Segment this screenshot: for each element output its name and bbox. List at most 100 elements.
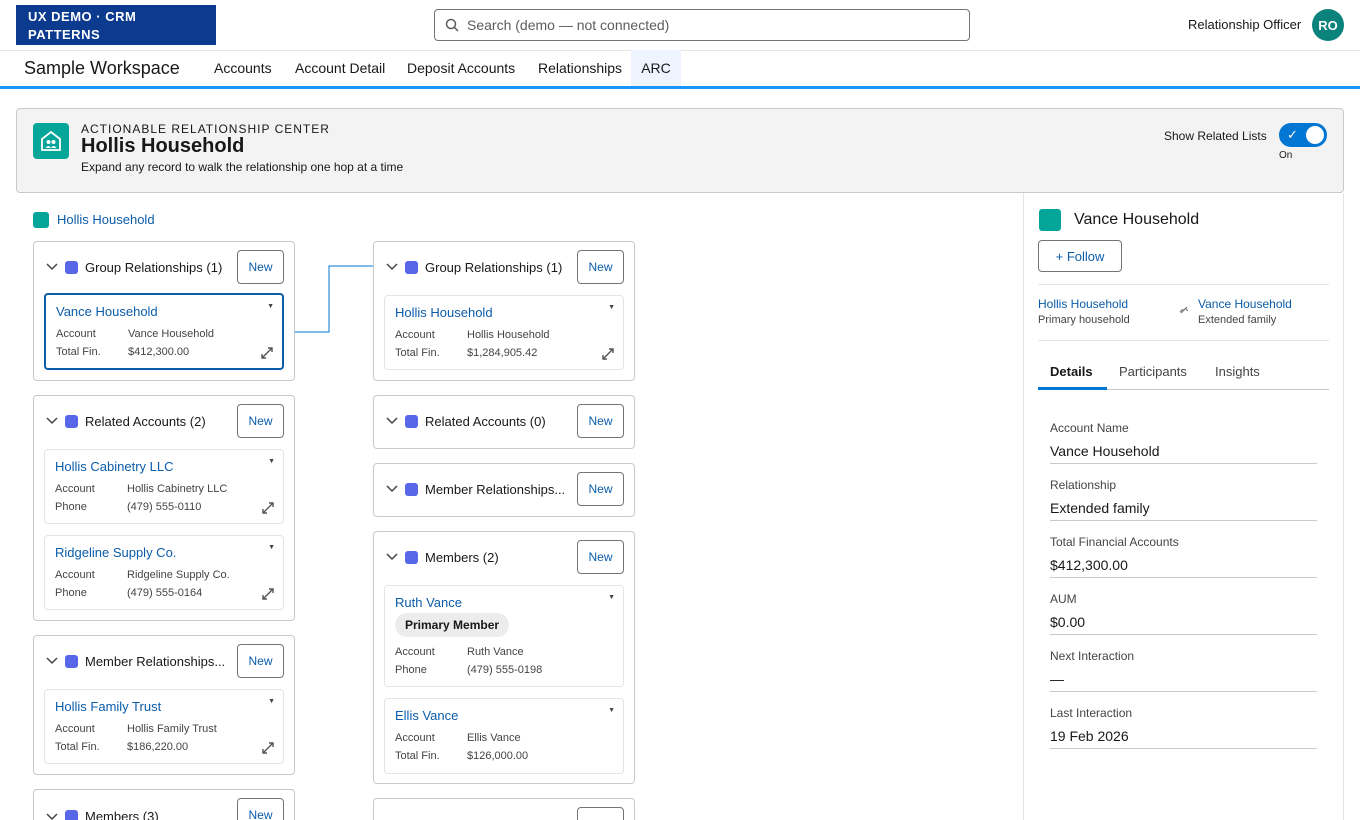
household-icon bbox=[1039, 209, 1061, 231]
root-record-link[interactable]: Hollis Household bbox=[57, 212, 155, 227]
follow-button[interactable]: + Follow bbox=[1038, 240, 1122, 272]
tab-relationships[interactable]: Relationships bbox=[529, 50, 631, 86]
field-value: (479) 555-0110 bbox=[127, 501, 202, 513]
new-button[interactable]: New bbox=[577, 250, 624, 284]
record-tile[interactable]: Hollis Cabinetry LLC ▼ Account Hollis Ca… bbox=[44, 449, 284, 524]
members-icon bbox=[405, 551, 418, 564]
field-label: Account bbox=[55, 483, 95, 495]
relationship-link-2[interactable]: Vance Household bbox=[1198, 297, 1292, 311]
members-card: Members (3) New bbox=[33, 789, 295, 820]
caret-down-icon[interactable]: ▼ bbox=[608, 304, 615, 311]
tab-insights[interactable]: Insights bbox=[1215, 364, 1260, 379]
record-name-link[interactable]: Vance Household bbox=[56, 304, 158, 319]
field-label: Total Fin. bbox=[55, 741, 100, 753]
expand-icon[interactable] bbox=[261, 587, 275, 601]
record-tile[interactable]: Hollis Family Trust ▼ Account Hollis Fam… bbox=[44, 689, 284, 764]
user-role: Relationship Officer bbox=[1188, 17, 1302, 32]
field-value: Vance Household bbox=[1050, 443, 1160, 459]
relationship-sub-1: Primary household bbox=[1038, 314, 1130, 326]
tab-deposit-accounts[interactable]: Deposit Accounts bbox=[398, 50, 524, 86]
field-value: $1,284,905.42 bbox=[467, 347, 538, 359]
field-value: Ridgeline Supply Co. bbox=[127, 569, 230, 581]
record-tile[interactable]: Ruth Vance ▼ Primary Member Account Ruth… bbox=[384, 585, 624, 687]
record-name-link[interactable]: Ellis Vance bbox=[395, 708, 458, 723]
field-value: (479) 555-0198 bbox=[467, 664, 543, 676]
record-name-link[interactable]: Hollis Cabinetry LLC bbox=[55, 459, 174, 474]
member-relationships-card: Member Relationships... New Hollis Famil… bbox=[33, 635, 295, 775]
record-name-link[interactable]: Ridgeline Supply Co. bbox=[55, 545, 176, 560]
field-value: — bbox=[1050, 671, 1064, 687]
chevron-down-icon[interactable] bbox=[46, 260, 58, 272]
expand-icon[interactable] bbox=[601, 347, 615, 361]
field-value: Vance Household bbox=[128, 328, 215, 340]
caret-down-icon[interactable]: ▼ bbox=[267, 303, 274, 310]
caret-down-icon[interactable]: ▼ bbox=[608, 594, 615, 601]
page-eyebrow: ACTIONABLE RELATIONSHIP CENTER bbox=[81, 122, 330, 136]
record-name-link[interactable]: Hollis Family Trust bbox=[55, 699, 161, 714]
related-lists-toggle[interactable]: ✓ bbox=[1279, 123, 1327, 147]
page-title: Hollis Household bbox=[81, 135, 245, 157]
avatar[interactable]: RO bbox=[1312, 9, 1344, 41]
field-value: (479) 555-0164 bbox=[127, 587, 203, 599]
chevron-down-icon[interactable] bbox=[386, 260, 398, 272]
card-title: Member Relationships... bbox=[425, 482, 566, 497]
related-lists-toggle-label: Show Related Lists bbox=[1164, 129, 1267, 143]
caret-down-icon[interactable]: ▼ bbox=[268, 698, 275, 705]
active-tab-indicator bbox=[1038, 387, 1107, 390]
record-tile[interactable]: Ellis Vance ▼ Account Ellis Vance Total … bbox=[384, 698, 624, 774]
app-logo[interactable]: UX DEMO · CRM PATTERNS bbox=[16, 5, 216, 45]
chevron-down-icon[interactable] bbox=[46, 414, 58, 426]
chevron-down-icon[interactable] bbox=[46, 810, 58, 820]
record-tile[interactable]: Ridgeline Supply Co. ▼ Account Ridgeline… bbox=[44, 535, 284, 610]
expand-icon[interactable] bbox=[261, 741, 275, 755]
new-button[interactable]: New bbox=[577, 472, 624, 506]
record-name-link[interactable]: Ruth Vance bbox=[395, 595, 462, 610]
chevron-down-icon[interactable] bbox=[386, 550, 398, 562]
field-value: $186,220.00 bbox=[127, 741, 189, 753]
related-accounts-card: Related Accounts (0) New bbox=[373, 395, 635, 449]
group-relationships-card: Group Relationships (1) New Hollis House… bbox=[373, 241, 635, 381]
new-button[interactable]: New bbox=[577, 404, 624, 438]
new-button[interactable]: New bbox=[237, 798, 284, 820]
relationship-sub-2: Extended family bbox=[1198, 314, 1277, 326]
field-divider bbox=[1050, 463, 1317, 464]
field-value: $412,300.00 bbox=[128, 346, 190, 358]
expand-icon[interactable] bbox=[260, 346, 274, 360]
chevron-down-icon[interactable] bbox=[46, 654, 58, 666]
member-relationships-icon bbox=[405, 483, 418, 496]
toggle-knob bbox=[1306, 126, 1324, 144]
chevron-down-icon[interactable] bbox=[386, 482, 398, 494]
record-name-link[interactable]: Hollis Household bbox=[395, 305, 493, 320]
field-value: Hollis Household bbox=[467, 329, 550, 341]
field-divider bbox=[1050, 634, 1317, 635]
global-search-input[interactable]: Search (demo — not connected) bbox=[434, 9, 970, 41]
logo-line1: UX DEMO · CRM bbox=[28, 9, 137, 24]
search-icon bbox=[445, 18, 459, 32]
tab-account-detail[interactable]: Account Detail bbox=[286, 50, 394, 86]
caret-down-icon[interactable]: ▼ bbox=[608, 707, 615, 714]
chevron-down-icon[interactable] bbox=[386, 414, 398, 426]
card-title: Members (3) bbox=[85, 809, 159, 820]
group-icon bbox=[405, 261, 418, 274]
tab-details[interactable]: Details bbox=[1050, 364, 1093, 379]
new-button[interactable]: New bbox=[237, 250, 284, 284]
member-relationships-icon bbox=[65, 655, 78, 668]
new-button[interactable]: New bbox=[237, 404, 284, 438]
members-icon bbox=[65, 810, 78, 820]
field-label: Phone bbox=[395, 664, 427, 676]
field-label: Account bbox=[55, 723, 95, 735]
tab-participants[interactable]: Participants bbox=[1119, 364, 1187, 379]
new-button[interactable]: New bbox=[237, 644, 284, 678]
field-label: Total Fin. bbox=[395, 347, 440, 359]
new-button[interactable] bbox=[577, 807, 624, 820]
tab-accounts[interactable]: Accounts bbox=[205, 50, 281, 86]
relationship-connector bbox=[284, 265, 373, 333]
relationship-link-1[interactable]: Hollis Household bbox=[1038, 297, 1128, 311]
record-tile[interactable]: Vance Household ▼ Account Vance Househol… bbox=[44, 293, 284, 370]
caret-down-icon[interactable]: ▼ bbox=[268, 544, 275, 551]
record-tile[interactable]: Hollis Household ▼ Account Hollis Househ… bbox=[384, 295, 624, 370]
caret-down-icon[interactable]: ▼ bbox=[268, 458, 275, 465]
expand-icon[interactable] bbox=[261, 501, 275, 515]
new-button[interactable]: New bbox=[577, 540, 624, 574]
tab-arc[interactable]: ARC bbox=[631, 50, 681, 86]
